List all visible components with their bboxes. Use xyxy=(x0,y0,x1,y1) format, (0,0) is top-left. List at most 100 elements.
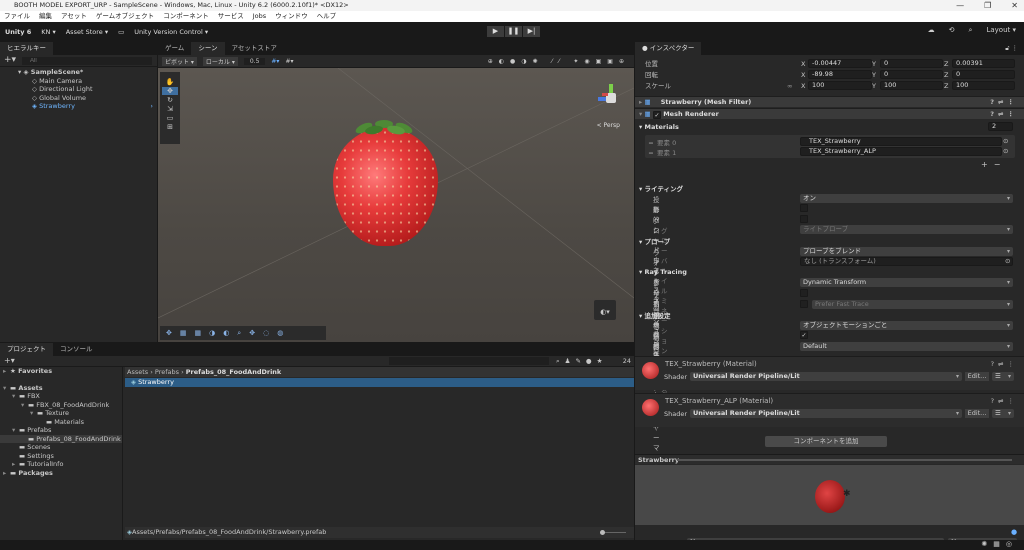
overlay-toolbar[interactable]: ✥▦▦◑◐⌕✥◌◍ xyxy=(160,326,326,340)
tab-hierarchy[interactable]: ヒエラルキー xyxy=(0,42,53,55)
step-button[interactable]: ▶| xyxy=(523,26,540,37)
property-dropdown[interactable]: Default xyxy=(800,342,1013,351)
folder-item[interactable]: ▬ Prefabs_08_FoodAndDrink xyxy=(0,434,122,443)
x-field[interactable]: 100 xyxy=(808,81,872,90)
property-dropdown[interactable]: プローブをブレンド xyxy=(800,246,1013,256)
tab-project-0[interactable]: プロジェクト xyxy=(0,343,53,356)
account-button[interactable]: KN ▾ xyxy=(41,28,55,36)
scene-viewport[interactable]: ✋ ✥ ↻ ⇲ ▭ ⊞ < Persp ◐▾ ✥▦▦◑◐⌕✥◌◍ xyxy=(158,68,634,342)
status-icons[interactable]: ✺▦◎ xyxy=(981,540,1018,548)
folder-item[interactable]: ▸ ★ Favorites xyxy=(0,367,122,376)
tab-scene-0[interactable]: ゲーム xyxy=(158,42,191,55)
section-probes[interactable]: ▾ プローブ xyxy=(639,236,670,246)
menu-item-8[interactable]: ヘルプ xyxy=(317,11,337,22)
play-button[interactable]: ▶ xyxy=(487,26,504,37)
hierarchy-item[interactable]: ◇ Main Camera xyxy=(0,77,157,86)
project-search-input[interactable] xyxy=(389,357,549,365)
hand-tool-icon[interactable]: ✋ xyxy=(166,78,175,86)
menu-item-0[interactable]: ファイル xyxy=(4,11,30,22)
shader-dropdown[interactable]: Universal Render Pipeline/Lit xyxy=(690,372,962,381)
mesh-renderer-header[interactable]: ▾ ▦ ✓ Mesh Renderer ?⇌⋮ xyxy=(635,108,1024,119)
y-field[interactable]: 100 xyxy=(880,81,943,90)
layout-dropdown[interactable]: Layout ▾ xyxy=(986,26,1016,35)
grid-icon[interactable]: #▾ xyxy=(285,58,293,65)
move-tool-icon[interactable]: ✥ xyxy=(162,87,178,95)
unity-button[interactable]: Unity 6 xyxy=(5,28,31,36)
hierarchy-search-input[interactable] xyxy=(22,57,152,65)
icon-size-slider[interactable] xyxy=(600,530,626,535)
hierarchy-item[interactable]: ◇ Global Volume xyxy=(0,94,157,103)
property-checkbox[interactable] xyxy=(800,289,808,297)
object-picker-icon[interactable]: ⊙ xyxy=(1005,257,1010,265)
pivot-dropdown[interactable]: ピボット ▾ xyxy=(162,56,197,66)
breadcrumb-current[interactable]: Prefabs_08_FoodAndDrink xyxy=(186,368,282,376)
object-picker-icon[interactable]: ⊙ xyxy=(1003,137,1008,145)
cloud-icon[interactable]: ☁ xyxy=(928,26,935,35)
section-lighting[interactable]: ▾ ライティング xyxy=(639,183,683,193)
scene-view-options[interactable]: ⊕◐●◑✺ ⁄⁄ ✦◉▣▣⊕ xyxy=(488,58,634,65)
add-button[interactable]: +▾ xyxy=(4,55,16,66)
asset-preview[interactable]: ✱ xyxy=(635,465,1024,525)
folder-item[interactable]: ▬ Scenes xyxy=(0,443,122,452)
shader-options-dropdown[interactable]: ☰ xyxy=(992,409,1014,418)
transform-tool-icon[interactable]: ⊞ xyxy=(167,123,173,131)
add-remove-buttons[interactable]: +− xyxy=(981,160,1006,169)
scale-tool-icon[interactable]: ⇲ xyxy=(167,105,173,113)
folder-item[interactable]: ▾ ▬ Texture xyxy=(0,409,122,418)
edit-shader-button[interactable]: Edit... xyxy=(965,409,989,418)
menu-item-2[interactable]: アセット xyxy=(61,11,87,22)
filter-icons[interactable]: ⌕♟✎●★ xyxy=(556,356,607,366)
menu-item-1[interactable]: 編集 xyxy=(39,11,52,22)
local-dropdown[interactable]: ローカル ▾ xyxy=(202,56,238,66)
perspective-label[interactable]: < Persp xyxy=(597,122,620,129)
tab-scene-2[interactable]: アセットストア xyxy=(225,42,284,55)
breadcrumb-assets[interactable]: Assets xyxy=(127,368,148,376)
hierarchy-item[interactable]: ◇ Directional Light xyxy=(0,85,157,94)
history-icon[interactable]: ⟲ xyxy=(949,26,955,35)
package-icon[interactable]: ▭ xyxy=(118,28,124,36)
tab-scene-1[interactable]: シーン xyxy=(191,42,225,55)
folder-item[interactable]: ▾ ▬ FBX xyxy=(0,392,122,401)
lock-icon[interactable]: 🔓︎ ⋮ xyxy=(1005,42,1024,55)
folder-item[interactable]: ▬ Settings xyxy=(0,452,122,461)
property-object-field[interactable]: なし (トランスフォーム) xyxy=(800,257,1013,267)
z-field[interactable]: 100 xyxy=(952,81,1015,90)
add-component-button[interactable]: コンポーネントを追加 xyxy=(765,436,887,447)
maximize-button[interactable]: ❐ xyxy=(984,0,991,11)
menu-item-4[interactable]: コンポーネント xyxy=(163,11,209,22)
folder-item[interactable]: ▬ Materials xyxy=(0,418,122,427)
z-field[interactable]: 0 xyxy=(952,70,1015,79)
create-button[interactable]: +▾ xyxy=(4,356,15,366)
material-field[interactable]: TEX_Strawberry xyxy=(800,137,1002,146)
tab-inspector[interactable]: ● インスペクター xyxy=(635,42,702,55)
link-scale-icon[interactable]: ∞ xyxy=(787,81,792,91)
orientation-gizmo[interactable] xyxy=(598,84,624,110)
folder-item[interactable]: ▾ ▬ Assets xyxy=(0,384,122,393)
close-button[interactable]: ✕ xyxy=(1011,0,1018,11)
property-checkbox[interactable] xyxy=(800,214,808,223)
scene-item[interactable]: ▾ ◈ SampleScene* xyxy=(0,68,157,77)
camera-overlay-button[interactable]: ◐▾ xyxy=(594,300,616,320)
element-label[interactable]: ═ 要素 1 xyxy=(649,147,676,157)
shader-dropdown[interactable]: Universal Render Pipeline/Lit xyxy=(690,409,962,418)
version-control-button[interactable]: Unity Version Control ▾ xyxy=(134,28,208,36)
property-dropdown[interactable]: オブジェクトモーションごと xyxy=(800,320,1013,330)
property-dropdown[interactable]: Prefer Fast Trace xyxy=(812,299,1013,309)
pause-button[interactable]: ❚❚ xyxy=(505,26,522,37)
folder-item[interactable]: ▸ ▬ TutorialInfo xyxy=(0,460,122,469)
asset-store-button[interactable]: Asset Store ▾ xyxy=(66,28,108,36)
asset-item-strawberry[interactable]: ◈ Strawberry xyxy=(125,378,634,387)
property-checkbox[interactable] xyxy=(800,204,808,213)
minimize-button[interactable]: — xyxy=(956,0,964,11)
menu-item-5[interactable]: サービス xyxy=(218,11,244,22)
snap-field[interactable]: 0.5 xyxy=(243,57,266,65)
preview-header[interactable]: Strawberry xyxy=(635,454,1024,464)
grid-snap-icon[interactable]: #▾ xyxy=(271,58,279,65)
rect-tool-icon[interactable]: ▭ xyxy=(167,114,174,122)
menu-item-6[interactable]: Jobs xyxy=(253,11,266,22)
edit-shader-button[interactable]: Edit... xyxy=(965,372,989,381)
object-picker-icon[interactable]: ⊙ xyxy=(1003,147,1008,155)
label-icon[interactable]: ● xyxy=(1011,528,1017,536)
folder-item[interactable]: ▾ ▬ Prefabs xyxy=(0,426,122,435)
search-icon[interactable]: ⌕ xyxy=(969,26,973,35)
